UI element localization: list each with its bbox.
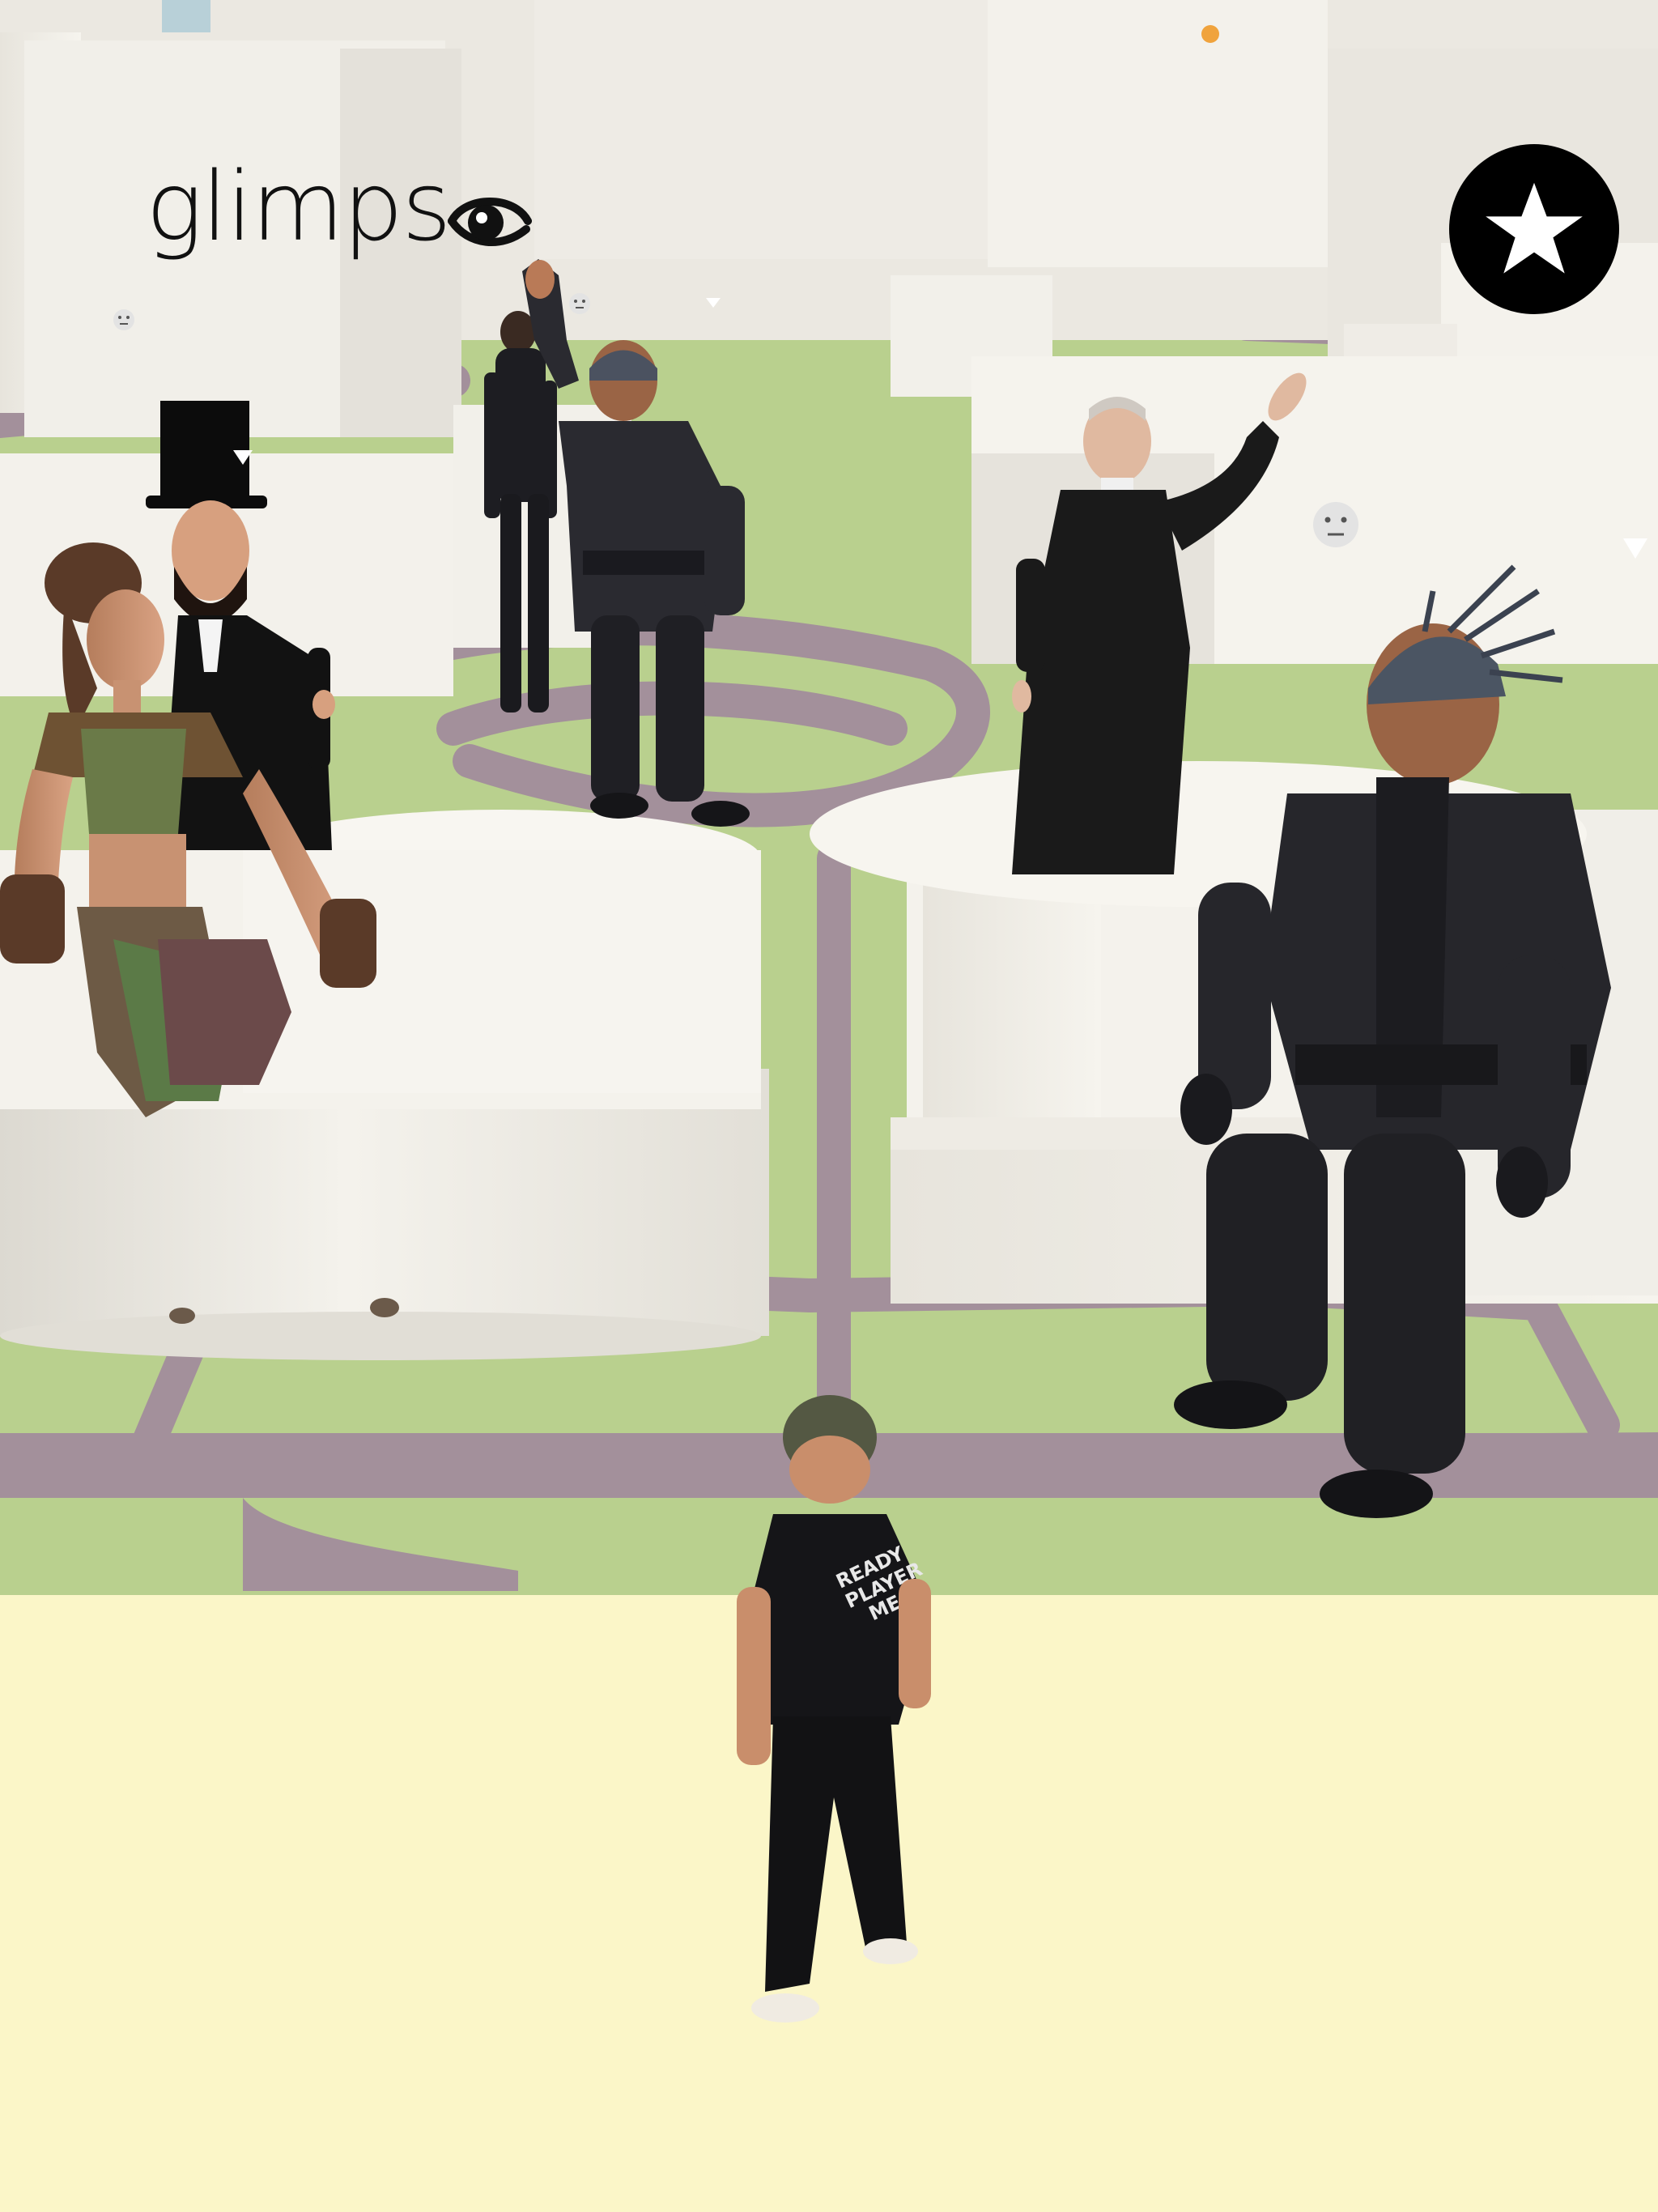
- eye-icon: [447, 198, 532, 246]
- favorite-button[interactable]: [1449, 144, 1619, 314]
- logo-text: glimps: [146, 151, 452, 262]
- neutral-face-icon[interactable]: [569, 293, 590, 314]
- game-scene-3d-map[interactable]: READY PLAYER ME: [0, 0, 1658, 2212]
- status-dot: [1201, 25, 1219, 43]
- star-icon: [1486, 182, 1583, 274]
- app-logo: glimps: [146, 158, 551, 304]
- neutral-face-icon[interactable]: [113, 309, 134, 330]
- neutral-face-icon[interactable]: [1313, 502, 1358, 547]
